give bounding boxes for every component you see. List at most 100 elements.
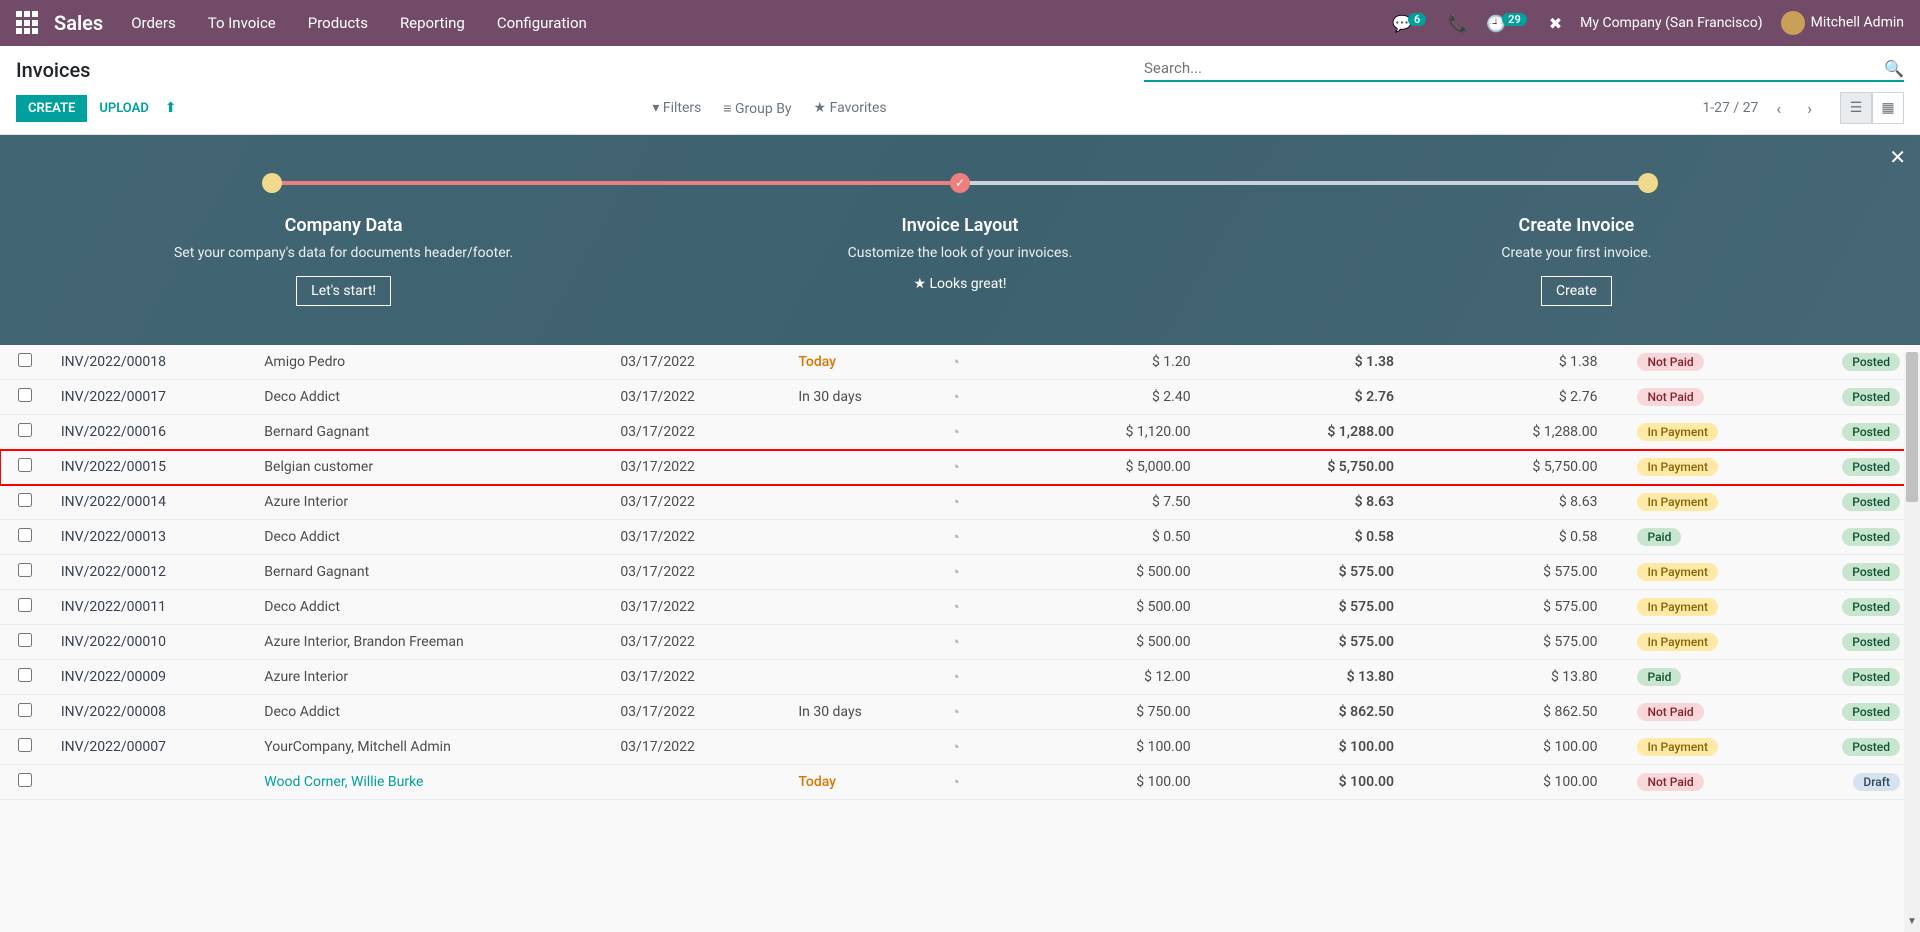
row-checkbox[interactable] [18,353,32,367]
status: Posted [1793,730,1920,765]
company-selector[interactable]: My Company (San Francisco) [1580,15,1762,31]
clock-icon: ◔ [951,353,960,371]
table-row[interactable]: INV/2022/00012 Bernard Gagnant 03/17/202… [0,555,1920,590]
row-checkbox[interactable] [18,528,32,542]
kanban-view-button[interactable]: ▦ [1872,92,1904,124]
menu-reporting[interactable]: Reporting [400,14,465,32]
search-field[interactable]: 🔍 [1144,59,1904,82]
amount-due: $ 862.50 [1424,695,1627,730]
table-row[interactable]: INV/2022/00011 Deco Addict 03/17/2022 ◔ … [0,590,1920,625]
create-button[interactable]: CREATE [16,95,87,122]
row-checkbox[interactable] [18,703,32,717]
activity-cell[interactable]: ◔ [941,625,1017,660]
create-invoice-button[interactable]: Create [1541,276,1612,306]
total-amount: $ 13.80 [1221,660,1424,695]
amount-due: $ 575.00 [1424,590,1627,625]
row-checkbox[interactable] [18,738,32,752]
menu-configuration[interactable]: Configuration [497,14,587,32]
activity-icon[interactable]: 🕘29 [1486,14,1531,33]
table-row[interactable]: INV/2022/00007 YourCompany, Mitchell Adm… [0,730,1920,765]
scroll-thumb[interactable] [1906,352,1918,502]
row-checkbox[interactable] [18,563,32,577]
favorites-button[interactable]: ★ Favorites [814,100,887,117]
app-brand[interactable]: Sales [54,11,103,35]
table-row[interactable]: INV/2022/00016 Bernard Gagnant 03/17/202… [0,415,1920,450]
row-checkbox[interactable] [18,458,32,472]
close-tray-icon[interactable]: ✖ [1549,14,1562,33]
table-row[interactable]: INV/2022/00009 Azure Interior 03/17/2022… [0,660,1920,695]
untaxed-amount: $ 100.00 [1017,765,1220,800]
pager-prev-icon[interactable]: ‹ [1768,95,1789,122]
chat-icon[interactable]: 💬6 [1392,14,1430,33]
control-panel: Invoices 🔍 CREATE UPLOAD ⬆ ▾ Filters ≡ G… [0,46,1920,135]
table-row[interactable]: INV/2022/00015 Belgian customer 03/17/20… [0,450,1920,485]
activity-cell[interactable]: ◔ [941,660,1017,695]
activity-cell[interactable]: ◔ [941,520,1017,555]
scroll-down-icon[interactable]: ▼ [1904,916,1920,932]
payment-status: In Payment [1627,450,1792,485]
menu-to-invoice[interactable]: To Invoice [208,14,276,32]
untaxed-amount: $ 12.00 [1017,660,1220,695]
lets-start-button[interactable]: Let's start! [296,276,391,306]
apps-icon[interactable] [16,11,40,35]
onboarding-step-company: Company Data Set your company's data for… [40,215,647,306]
status: Posted [1793,415,1920,450]
table-row[interactable]: Wood Corner, Willie Burke Today ◔ $ 100.… [0,765,1920,800]
customer-name: Deco Addict [254,590,610,625]
activity-cell[interactable]: ◔ [941,485,1017,520]
clock-icon: ◔ [951,528,960,546]
row-checkbox[interactable] [18,388,32,402]
filters-button[interactable]: ▾ Filters [652,100,701,117]
row-checkbox[interactable] [18,493,32,507]
untaxed-amount: $ 0.50 [1017,520,1220,555]
due-date: In 30 days [788,380,941,415]
pager-count[interactable]: 1-27 / 27 [1702,100,1758,116]
due-date [788,625,941,660]
activity-cell[interactable]: ◔ [941,555,1017,590]
activity-cell[interactable]: ◔ [941,765,1017,800]
phone-icon[interactable]: 📞 [1448,14,1468,33]
row-checkbox[interactable] [18,423,32,437]
groupby-button[interactable]: ≡ Group By [723,100,791,117]
row-checkbox[interactable] [18,773,32,787]
activity-cell[interactable]: ◔ [941,450,1017,485]
list-view-button[interactable]: ☰ [1840,92,1872,124]
menu-orders[interactable]: Orders [131,14,176,32]
table-row[interactable]: INV/2022/00017 Deco Addict 03/17/2022 In… [0,380,1920,415]
upload-button[interactable]: UPLOAD [87,95,160,122]
table-row[interactable]: INV/2022/00008 Deco Addict 03/17/2022 In… [0,695,1920,730]
activity-cell[interactable]: ◔ [941,415,1017,450]
activity-cell[interactable]: ◔ [941,345,1017,380]
upload-icon[interactable]: ⬆ [165,100,177,116]
clock-icon: ◔ [951,703,960,721]
step-title: Company Data [60,215,627,236]
status: Posted [1793,520,1920,555]
search-icon[interactable]: 🔍 [1884,59,1904,78]
table-row[interactable]: INV/2022/00013 Deco Addict 03/17/2022 ◔ … [0,520,1920,555]
row-checkbox[interactable] [18,668,32,682]
search-input[interactable] [1144,59,1884,77]
close-icon[interactable]: ✕ [1889,145,1906,169]
user-menu[interactable]: Mitchell Admin [1781,11,1904,35]
table-row[interactable]: INV/2022/00014 Azure Interior 03/17/2022… [0,485,1920,520]
untaxed-amount: $ 7.50 [1017,485,1220,520]
payment-status: Paid [1627,660,1792,695]
row-checkbox[interactable] [18,598,32,612]
onboarding-banner: ✕ ✓ Company Data Set your company's data… [0,135,1920,345]
row-checkbox[interactable] [18,633,32,647]
table-row[interactable]: INV/2022/00010 Azure Interior, Brandon F… [0,625,1920,660]
status: Posted [1793,485,1920,520]
vertical-scrollbar[interactable]: ▲ ▼ [1904,352,1920,932]
pager-next-icon[interactable]: › [1799,95,1820,122]
activity-cell[interactable]: ◔ [941,695,1017,730]
table-row[interactable]: INV/2022/00018 Amigo Pedro 03/17/2022 To… [0,345,1920,380]
step-desc: Create your first invoice. [1293,244,1860,264]
activity-cell[interactable]: ◔ [941,590,1017,625]
due-date [788,590,941,625]
invoice-date: 03/17/2022 [610,730,788,765]
menu-products[interactable]: Products [308,14,368,32]
activity-cell[interactable]: ◔ [941,730,1017,765]
activity-cell[interactable]: ◔ [941,380,1017,415]
invoice-number: INV/2022/00012 [51,555,254,590]
clock-icon: ◔ [951,668,960,686]
